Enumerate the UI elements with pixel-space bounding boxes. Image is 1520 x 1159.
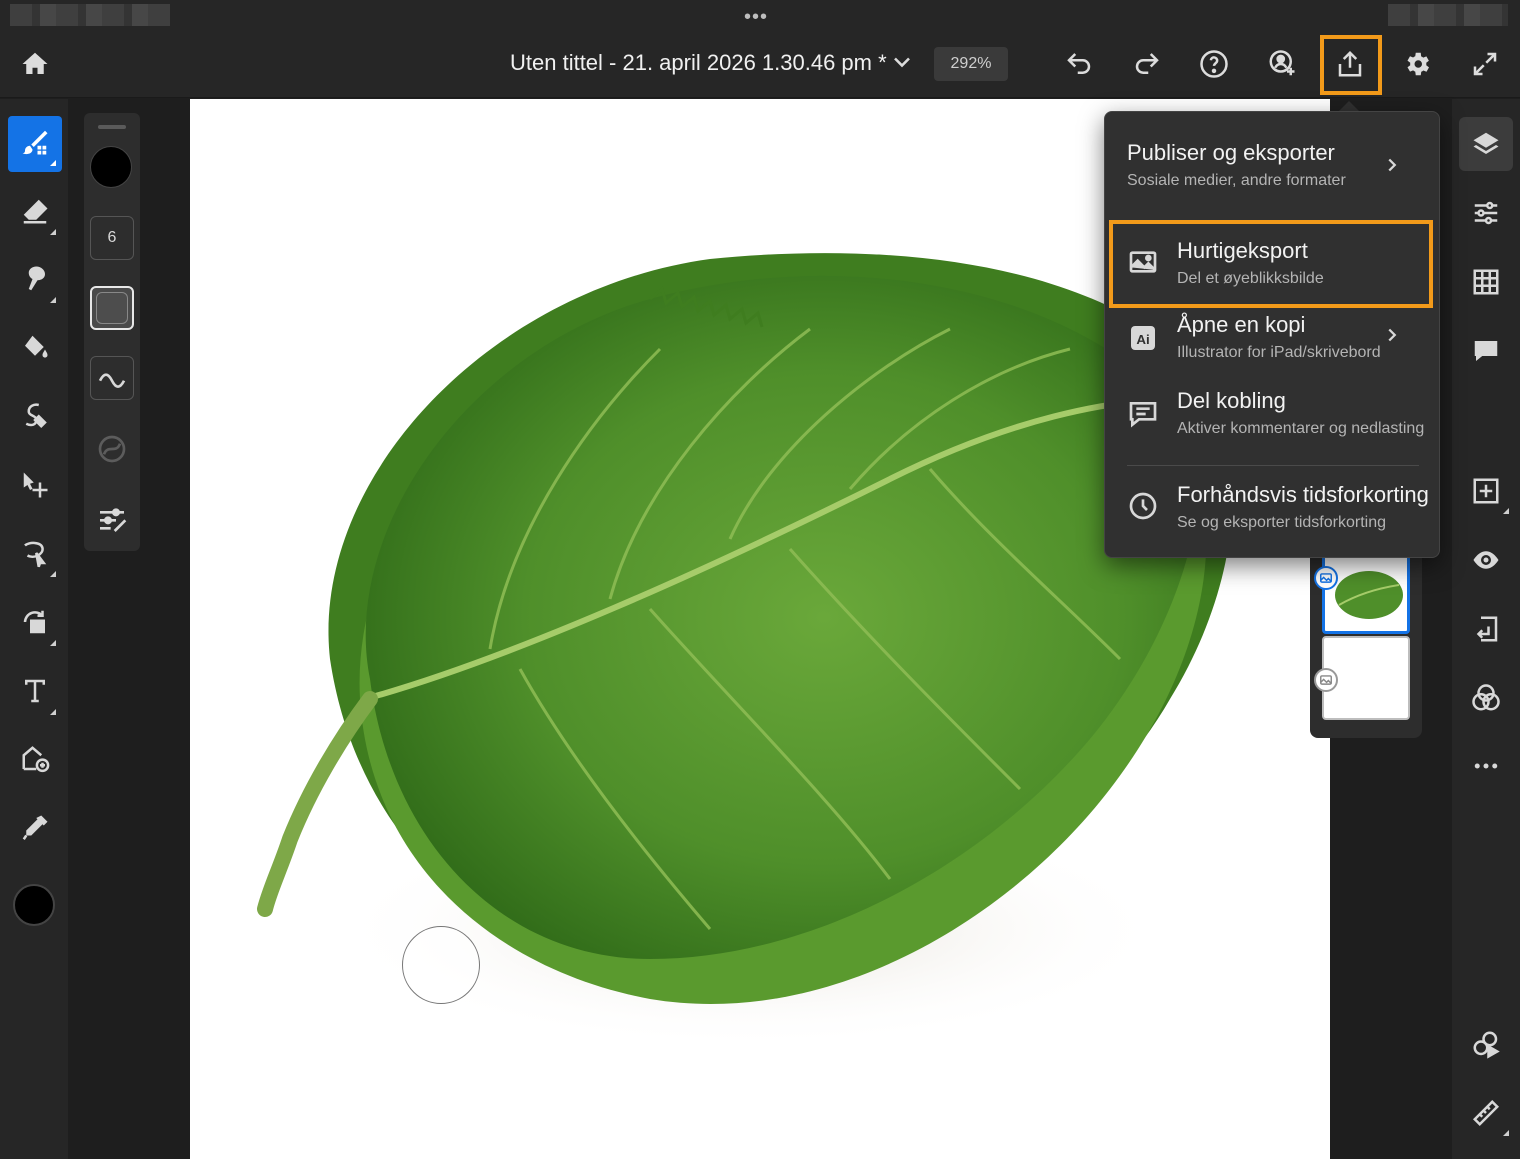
- illustrator-icon-text: Ai: [1136, 332, 1149, 347]
- blurred-status-left: [10, 4, 170, 26]
- import-icon[interactable]: [1459, 602, 1513, 656]
- menu-item-title: Publiser og eksporter: [1127, 140, 1335, 165]
- transform-icon: [20, 607, 50, 642]
- pressure-icon: [96, 433, 128, 465]
- chevron-right-icon: [1381, 324, 1403, 346]
- effects-icon[interactable]: [1459, 1017, 1513, 1071]
- chevron-right-icon: [1381, 154, 1403, 176]
- menu-item-open-copy[interactable]: Ai Åpne en kopi Illustrator for iPad/skr…: [1105, 308, 1439, 384]
- add-layer-icon[interactable]: [1459, 464, 1513, 518]
- layers-icon[interactable]: [1459, 117, 1513, 171]
- smoothing-button[interactable]: [90, 356, 134, 400]
- adjustments-icon[interactable]: [1459, 186, 1513, 240]
- color-swatch[interactable]: [13, 884, 55, 926]
- select-tool[interactable]: [8, 527, 62, 583]
- menu-item-title: Åpne en kopi: [1177, 312, 1306, 337]
- select-icon: [20, 538, 50, 573]
- invite-user-icon[interactable]: [1262, 44, 1302, 84]
- add-image-tool[interactable]: [8, 733, 62, 789]
- fullscreen-icon[interactable]: [1465, 44, 1505, 84]
- redo-icon[interactable]: [1127, 44, 1167, 84]
- brush-icon: [20, 127, 50, 162]
- lasso-heal-tool[interactable]: [8, 389, 62, 445]
- app-header: Uten tittel - 21. april 2026 1.30.46 pm …: [0, 30, 1520, 98]
- fill-tool[interactable]: [8, 321, 62, 377]
- document-title[interactable]: Uten tittel - 21. april 2026 1.30.46 pm …: [510, 50, 887, 76]
- lasso-heal-icon: [20, 400, 50, 435]
- move-icon: [20, 470, 50, 505]
- settings-icon[interactable]: [1397, 44, 1437, 84]
- blurred-status-right: [1388, 4, 1508, 26]
- status-bar: •••: [0, 0, 1520, 30]
- brush-settings-icon[interactable]: [96, 503, 128, 535]
- help-icon[interactable]: [1194, 44, 1234, 84]
- menu-item-title: Del kobling: [1177, 388, 1286, 413]
- multitasking-dots-icon[interactable]: •••: [744, 6, 768, 29]
- comment-icon[interactable]: [1459, 324, 1513, 378]
- illustrator-icon: Ai: [1127, 322, 1159, 354]
- brush-size-field[interactable]: 6: [90, 216, 134, 260]
- home-icon[interactable]: [15, 44, 55, 84]
- eraser-tool[interactable]: [8, 185, 62, 241]
- panel-handle[interactable]: [98, 125, 126, 129]
- undo-icon[interactable]: [1059, 44, 1099, 84]
- brush-color-swatch[interactable]: [90, 146, 132, 188]
- layers-strip: [1310, 540, 1422, 738]
- clock-icon: [1127, 490, 1159, 522]
- visibility-icon[interactable]: [1459, 533, 1513, 587]
- comment-icon: [1127, 398, 1159, 430]
- zoom-level[interactable]: 292%: [934, 47, 1008, 81]
- menu-divider: [1127, 465, 1419, 466]
- chevron-down-icon[interactable]: [888, 48, 916, 76]
- eyedropper-icon: [20, 813, 50, 848]
- menu-item-share-link[interactable]: Del kobling Aktiver kommentarer og nedla…: [1105, 384, 1439, 464]
- brush-tool[interactable]: [8, 116, 62, 172]
- menu-item-publish-export[interactable]: Publiser og eksporter Sosiale medier, an…: [1105, 112, 1439, 220]
- add-image-icon: [20, 744, 50, 779]
- left-toolbar: [0, 99, 68, 1159]
- eraser-icon: [20, 196, 50, 231]
- share-menu: Publiser og eksporter Sosiale medier, an…: [1104, 111, 1440, 558]
- type-icon: [20, 676, 50, 711]
- smoothing-wave-icon: [96, 362, 128, 394]
- menu-item-timelapse-preview[interactable]: Forhåndsvis tidsforkorting Se og eksport…: [1105, 472, 1439, 552]
- blend-icon[interactable]: [1459, 671, 1513, 725]
- eyedropper-tool[interactable]: [8, 802, 62, 858]
- quick-export-highlight: [1109, 220, 1433, 308]
- tool-options-panel: 6: [84, 113, 140, 551]
- image-layer-badge-icon: [1314, 566, 1338, 590]
- menu-item-subtitle: Aktiver kommentarer og nedlasting: [1177, 420, 1425, 437]
- type-tool[interactable]: [8, 665, 62, 721]
- ruler-icon[interactable]: [1459, 1086, 1513, 1140]
- menu-item-subtitle: Illustrator for iPad/skrivebord: [1177, 344, 1381, 361]
- share-button-highlight: [1320, 35, 1382, 95]
- fill-icon: [20, 332, 50, 367]
- transform-tool[interactable]: [8, 596, 62, 652]
- layer-thumbnail-leaf[interactable]: [1322, 550, 1410, 634]
- image-layer-badge-icon: [1314, 668, 1338, 692]
- smudge-tool[interactable]: [8, 253, 62, 309]
- menu-item-title: Forhåndsvis tidsforkorting: [1177, 482, 1429, 507]
- brush-cursor: [402, 926, 480, 1004]
- more-icon[interactable]: [1459, 739, 1513, 793]
- menu-item-subtitle: Sosiale medier, andre formater: [1127, 172, 1346, 189]
- right-toolbar: [1452, 99, 1520, 1159]
- grid-icon[interactable]: [1459, 255, 1513, 309]
- smudge-icon: [20, 264, 50, 299]
- brush-flow-button[interactable]: [90, 286, 134, 330]
- move-tool[interactable]: [8, 459, 62, 515]
- menu-item-subtitle: Se og eksporter tidsforkorting: [1177, 514, 1386, 531]
